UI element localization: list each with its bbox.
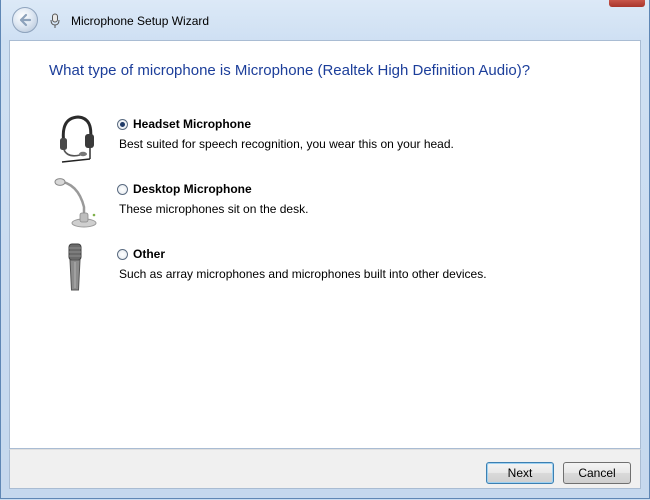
button-bar: Next Cancel	[9, 449, 641, 489]
next-button[interactable]: Next	[486, 462, 554, 484]
page-heading: What type of microphone is Microphone (R…	[49, 62, 531, 79]
wizard-content: What type of microphone is Microphone (R…	[9, 40, 641, 449]
desktop-option-label: Desktop Microphone	[133, 182, 252, 196]
headset-option-description: Best suited for speech recognition, you …	[119, 137, 454, 151]
title-bar: Microphone Setup Wizard	[1, 0, 649, 40]
wizard-window: Microphone Setup Wizard What type of mic…	[0, 0, 650, 499]
other-radio[interactable]	[117, 249, 128, 260]
desktop-microphone-icon	[50, 177, 100, 233]
headset-option-label: Headset Microphone	[133, 117, 252, 131]
other-option-label: Other	[133, 247, 166, 261]
headset-microphone-icon	[50, 110, 100, 166]
desktop-option-description: These microphones sit on the desk.	[119, 202, 309, 216]
other-option-description: Such as array microphones and microphone…	[119, 267, 487, 281]
handheld-microphone-icon	[50, 242, 100, 298]
close-button[interactable]	[609, 0, 645, 7]
window-title: Microphone Setup Wizard	[71, 14, 210, 28]
cancel-button[interactable]: Cancel	[563, 462, 631, 484]
microphone-icon	[49, 13, 61, 29]
back-button[interactable]	[12, 7, 38, 33]
headset-radio[interactable]	[117, 119, 128, 130]
desktop-radio[interactable]	[117, 184, 128, 195]
